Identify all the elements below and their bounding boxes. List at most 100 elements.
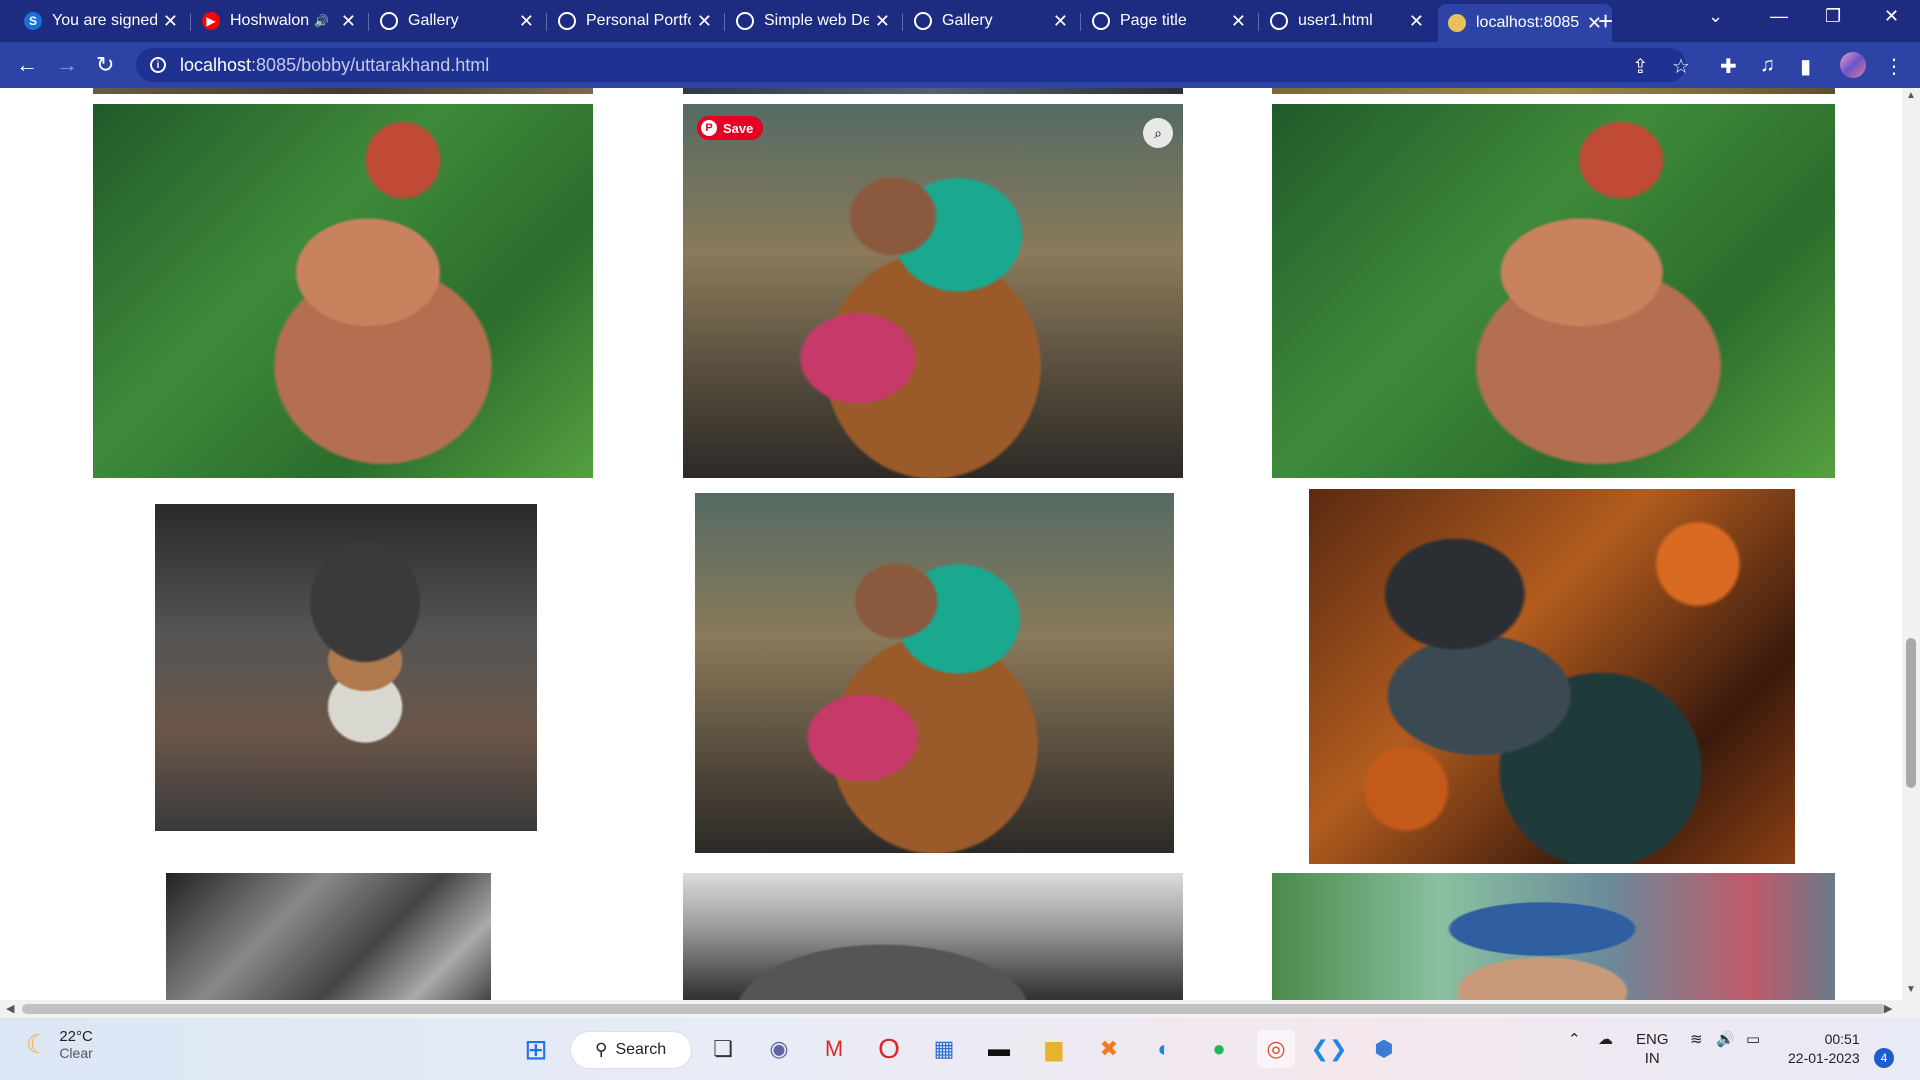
mcafee-icon[interactable]: M (815, 1030, 853, 1068)
tab-title: Page title (1120, 12, 1187, 29)
gallery-image-woman-teal-scarf-2[interactable] (695, 493, 1174, 853)
gallery-image-man-on-scooter[interactable] (1309, 489, 1795, 864)
gallery-image-old-man-woolen-cap[interactable] (155, 504, 537, 831)
url-text[interactable]: localhost:8085/bobby/uttarakhand.html (180, 55, 489, 76)
gallery-image-woman-blue-bandana[interactable] (1272, 873, 1835, 1000)
tab-close-icon[interactable]: ✕ (875, 11, 890, 32)
browser-tab-4[interactable]: Personal Portfo ✕ (548, 4, 722, 38)
gallery-image-bw-hands-tool[interactable] (166, 873, 491, 1000)
tab-title: user1.html (1298, 12, 1373, 29)
horizontal-scroll-thumb[interactable] (22, 1004, 1886, 1014)
globe-icon (1092, 12, 1110, 30)
new-tab-button[interactable]: + (1598, 6, 1613, 37)
site-info-icon[interactable]: i (150, 57, 166, 73)
visual-search-lens-icon[interactable]: ⌕ (1143, 118, 1173, 148)
spotify-icon[interactable]: ● (1200, 1030, 1238, 1068)
tab-search-icon[interactable]: ⌄ (1708, 6, 1723, 27)
tab-strip: S You are signed ✕ ▶ Hoshwalon 🔊 ✕ Gallery ✕ Pers… (0, 0, 1920, 42)
taskbar-search[interactable]: ⚲ Search (571, 1032, 691, 1068)
scroll-up-arrow-icon[interactable]: ▲ (1906, 90, 1916, 101)
scroll-right-arrow-icon[interactable]: ▶ (1884, 1002, 1892, 1015)
windows-start-icon[interactable]: ⊞ (517, 1030, 555, 1068)
extensions-icon[interactable]: ✚ (1720, 54, 1737, 79)
edge-icon[interactable]: ◐ (1145, 1030, 1183, 1068)
terminal-icon[interactable]: ▬ (980, 1030, 1018, 1068)
browser-tab-5[interactable]: Simple web De ✕ (726, 4, 900, 38)
gallery-image[interactable] (93, 88, 593, 94)
horizontal-scrollbar[interactable]: ◀ ▶ (0, 1000, 1920, 1018)
virtualbox-icon[interactable]: ⬢ (1365, 1030, 1403, 1068)
teams-chat-icon[interactable]: ◉ (760, 1030, 798, 1068)
gallery-image-bw-hay[interactable] (683, 873, 1183, 1000)
pinterest-icon: P (701, 120, 717, 136)
moon-icon: ☾ (26, 1029, 50, 1059)
wifi-icon[interactable]: ≋ (1690, 1030, 1703, 1048)
vertical-scroll-thumb[interactable] (1906, 638, 1916, 788)
tab-close-icon[interactable]: ✕ (1053, 11, 1068, 32)
scroll-left-arrow-icon[interactable]: ◀ (6, 1002, 14, 1015)
bookmark-star-icon[interactable]: ☆ (1672, 54, 1690, 79)
browser-tab-8[interactable]: user1.html ✕ (1260, 4, 1434, 38)
globe-icon (380, 12, 398, 30)
address-bar[interactable]: i localhost:8085/bobby/uttarakhand.html (136, 48, 1686, 82)
profile-avatar[interactable] (1840, 52, 1866, 78)
globe-icon (736, 12, 754, 30)
gallery-image[interactable] (1272, 88, 1835, 94)
forward-icon[interactable]: → (56, 52, 78, 78)
tab-close-icon[interactable]: ✕ (163, 11, 178, 32)
windows-taskbar: ☾ 22°C Clear ⊞ ⚲ Search ❏ ◉ M O ▦ ▬ ▆ ✖ … (0, 1018, 1920, 1080)
close-window-icon[interactable]: ✕ (1884, 6, 1899, 27)
taskbar-clock[interactable]: 00:51 22-01-2023 (1788, 1030, 1860, 1068)
gallery-image-elderly-woman-greenery[interactable] (93, 104, 593, 478)
pinterest-save-button[interactable]: P Save (697, 116, 764, 140)
browser-tab-2[interactable]: ▶ Hoshwalon 🔊 ✕ (192, 4, 366, 38)
browser-toolbar: ← → ↻ i localhost:8085/bobby/uttarakhand… (0, 42, 1920, 88)
back-icon[interactable]: ← (16, 52, 38, 78)
tab-close-icon[interactable]: ✕ (519, 11, 534, 32)
tab-close-icon[interactable]: ✕ (1231, 11, 1246, 32)
browser-tab-7[interactable]: Page title ✕ (1082, 4, 1256, 38)
gallery-image[interactable] (683, 88, 1183, 94)
reload-icon[interactable]: ↻ (96, 52, 114, 78)
gallery-image-woman-teal-scarf[interactable] (683, 104, 1183, 478)
globe-icon (914, 12, 932, 30)
opera-icon[interactable]: O (870, 1030, 908, 1068)
gallery-image-elderly-woman-greenery-2[interactable] (1272, 104, 1835, 478)
photo-icon (1448, 14, 1466, 32)
vertical-scrollbar[interactable]: ▲ ▼ (1902, 88, 1920, 1000)
chrome-icon[interactable]: ◎ (1257, 1030, 1295, 1068)
media-control-icon[interactable]: ♫ (1760, 54, 1775, 77)
menu-kebab-icon[interactable]: ⋮ (1884, 54, 1904, 79)
tab-title: Simple web De (764, 12, 869, 29)
tab-title: Gallery (408, 12, 459, 29)
battery-icon[interactable]: ▭ (1746, 1030, 1760, 1048)
restore-icon[interactable]: ❐ (1825, 6, 1841, 27)
browser-tab-1[interactable]: S You are signed ✕ (14, 4, 188, 38)
tab-title: Gallery (942, 12, 993, 29)
show-hidden-icons-chevron-icon[interactable]: ⌃ (1568, 1030, 1581, 1048)
task-view-icon[interactable]: ❏ (704, 1030, 742, 1068)
notification-badge[interactable]: 4 (1874, 1048, 1894, 1068)
xampp-icon[interactable]: ✖ (1090, 1030, 1128, 1068)
microsoft-store-icon[interactable]: ▦ (925, 1030, 963, 1068)
tab-close-icon[interactable]: ✕ (1409, 11, 1424, 32)
side-panel-icon[interactable]: ▮ (1800, 54, 1811, 79)
weather-widget[interactable]: ☾ 22°C Clear (26, 1028, 93, 1061)
file-explorer-icon[interactable]: ▆ (1035, 1030, 1073, 1068)
browser-tab-6[interactable]: Gallery ✕ (904, 4, 1078, 38)
tab-close-icon[interactable]: ✕ (697, 11, 712, 32)
tab-title: Personal Portfo (586, 12, 691, 29)
tab-audio-icon[interactable]: 🔊 (314, 14, 329, 28)
scroll-down-arrow-icon[interactable]: ▼ (1906, 984, 1916, 995)
browser-tab-3[interactable]: Gallery ✕ (370, 4, 544, 38)
browser-tab-9[interactable]: localhost:8085 ✕ (1438, 4, 1612, 42)
language-indicator[interactable]: ENG IN (1636, 1030, 1669, 1068)
gallery-page: P Save ⌕ (0, 88, 1902, 1000)
minimize-icon[interactable]: — (1770, 6, 1788, 27)
tab-close-icon[interactable]: ✕ (341, 11, 356, 32)
volume-icon[interactable]: 🔊 (1716, 1030, 1735, 1048)
onedrive-icon[interactable]: ☁ (1598, 1030, 1613, 1048)
vscode-icon[interactable]: ❮❯ (1310, 1030, 1348, 1068)
globe-icon (558, 12, 576, 30)
share-icon[interactable]: ⇪ (1632, 54, 1649, 79)
